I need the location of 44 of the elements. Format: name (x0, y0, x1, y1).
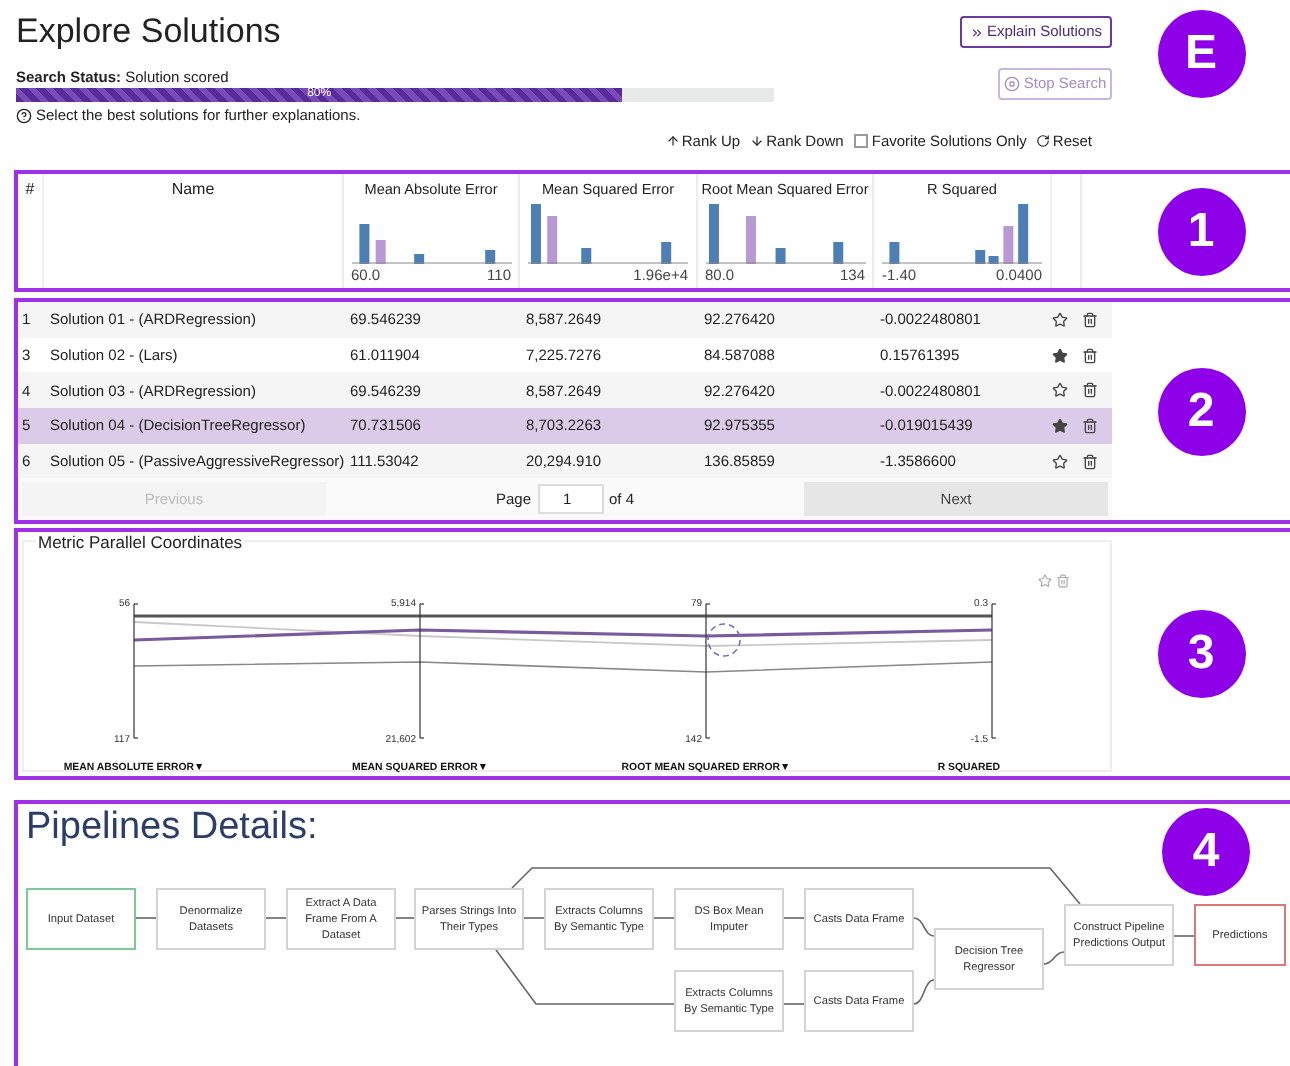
page-title: Explore Solutions (16, 12, 281, 52)
star-icon[interactable] (1038, 574, 1052, 588)
column-header: Name (171, 180, 215, 202)
connector-line (783, 917, 805, 919)
stop-icon (1003, 76, 1020, 92)
axis-line (419, 603, 425, 739)
trash-icon[interactable] (1082, 382, 1098, 399)
axis-line (133, 603, 139, 739)
callout-badge: 1 (1157, 187, 1245, 275)
connector-line (653, 917, 675, 919)
trash-icon[interactable] (1082, 417, 1098, 434)
connector-line (265, 917, 287, 919)
connector-line (913, 979, 935, 1005)
connector-line (1043, 951, 1065, 965)
axis-line (991, 603, 997, 739)
star-icon[interactable] (1052, 453, 1068, 470)
trash-icon[interactable] (1082, 347, 1098, 363)
trash-icon[interactable] (1082, 453, 1098, 470)
callout-badge: 3 (1157, 610, 1245, 698)
connector-line (395, 917, 415, 919)
arrow-up-icon (665, 134, 680, 148)
connector-line (913, 917, 935, 937)
axis-line (705, 603, 711, 739)
star-icon[interactable] (1052, 311, 1068, 328)
chevrons-icon (970, 25, 985, 39)
star-icon[interactable] (1052, 382, 1068, 399)
chart-title: Metric Parallel Coordinates (36, 532, 245, 552)
reset-icon (1036, 134, 1051, 148)
connector-line (135, 917, 157, 919)
connector-line (1173, 935, 1195, 937)
star-icon[interactable] (1052, 347, 1068, 363)
star-icon[interactable] (1052, 417, 1068, 434)
connector-line (523, 917, 545, 919)
section-title: Pipelines Details: (26, 806, 318, 850)
brush-marker (707, 623, 741, 657)
callout-badge: 2 (1157, 367, 1245, 455)
callout-badge: 4 (1162, 808, 1250, 896)
trash-icon[interactable] (1082, 311, 1098, 328)
connector-line (783, 1003, 805, 1005)
callout-badge: E (1157, 10, 1245, 98)
arrow-down-icon (750, 134, 765, 148)
help-icon (16, 107, 32, 123)
favorites-checkbox[interactable] (853, 134, 868, 148)
column-header: # (25, 180, 35, 202)
